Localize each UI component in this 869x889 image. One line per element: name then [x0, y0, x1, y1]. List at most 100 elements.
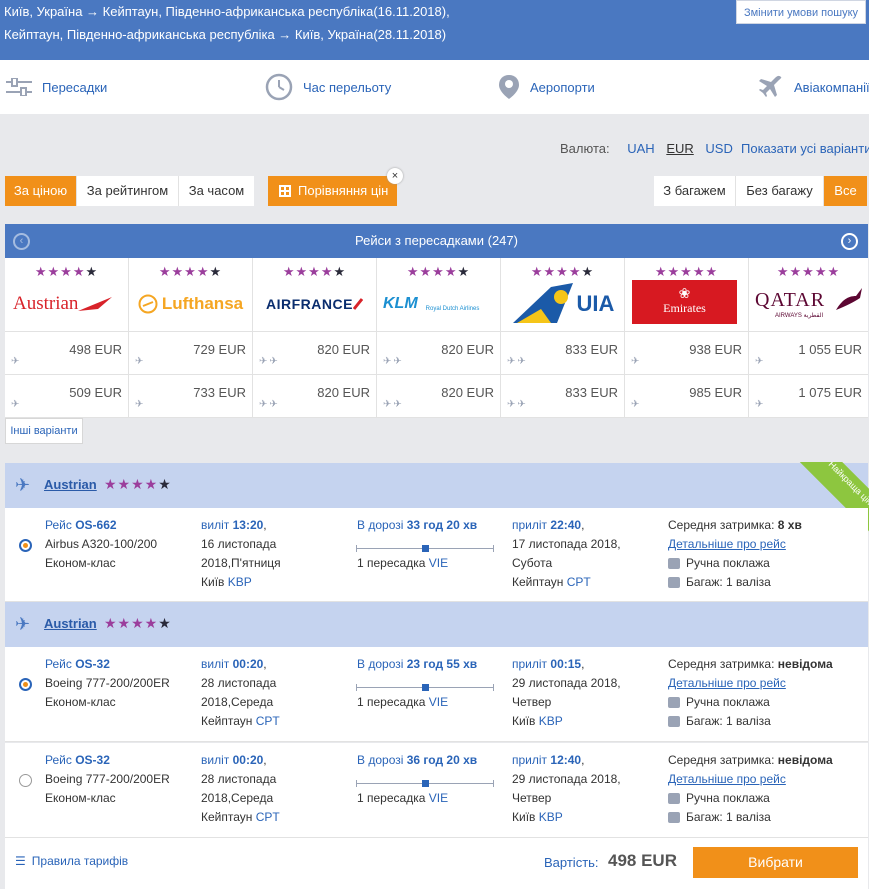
uia-logo: UIA — [505, 282, 620, 326]
close-compare-icon[interactable]: × — [387, 168, 403, 184]
price-cell[interactable]: 820 EUR ✈✈ — [377, 375, 501, 418]
route-track — [356, 545, 494, 552]
flight-details-link[interactable]: Детальніше про рейс — [668, 772, 786, 786]
currency-usd[interactable]: USD — [705, 141, 732, 156]
stops-icon: ✈✈ — [507, 356, 528, 367]
prev-arrow-icon[interactable]: ‹ — [13, 233, 30, 250]
next-arrow-icon[interactable]: › — [841, 233, 858, 250]
search-summary-bar: Київ, Україна → Кейптаун, Південно-африк… — [0, 0, 869, 60]
price-value: 820 EUR — [317, 342, 370, 357]
choose-button[interactable]: Вибрати — [693, 847, 858, 878]
filter-flight-time[interactable]: Час перельоту — [265, 60, 391, 114]
uia-tail-icon — [512, 283, 573, 323]
duration-info: В дорозі 36 год 20 хв — [357, 753, 478, 767]
flight-radio[interactable] — [19, 539, 32, 552]
price-value: 820 EUR — [441, 385, 494, 400]
fare-rules-link[interactable]: ☰ Правила тарифів — [15, 854, 128, 868]
flight-radio[interactable] — [19, 774, 32, 787]
emirates-emblem-icon: ❀ — [678, 286, 691, 302]
price-cell[interactable]: 820 EUR ✈✈ — [377, 332, 501, 375]
price-value: 938 EUR — [689, 342, 742, 357]
stops-info: 1 пересадка VIE — [357, 556, 449, 570]
rating-stars: ★★★★★ — [104, 476, 172, 492]
flight-details-link[interactable]: Детальніше про рейс — [668, 537, 786, 551]
price-cell[interactable]: 509 EUR ✈ — [5, 375, 129, 418]
flight-row[interactable]: Рейс OS-32 Boeing 777-200/200ER Економ-кла… — [5, 743, 868, 838]
without-baggage-button[interactable]: Без багажу — [736, 176, 824, 206]
price-cell[interactable]: 833 EUR ✈✈ — [501, 332, 625, 375]
rating-stars: ★★★★★ — [776, 264, 841, 279]
airline-cell-uia[interactable]: ★★★★★ UIA — [501, 258, 625, 332]
price-cell[interactable]: 729 EUR ✈ — [129, 332, 253, 375]
list-icon: ☰ — [15, 854, 26, 868]
clock-icon — [265, 73, 293, 101]
price-cell[interactable]: 820 EUR ✈✈ — [253, 332, 377, 375]
price-cell[interactable]: 1 075 EUR ✈ — [749, 375, 868, 418]
price-matrix-header: ‹ Рейси з пересадками (247) › — [5, 224, 868, 258]
price-cell[interactable]: 938 EUR ✈ — [625, 332, 749, 375]
qatar-logo: QATAR AIRWAYS القطرية — [753, 282, 864, 326]
price-cell[interactable]: 985 EUR ✈ — [625, 375, 749, 418]
filter-bar: Пересадки Час перельоту Аеропорти Авіако… — [0, 60, 869, 114]
airline-cell-emirates[interactable]: ★★★★★ ❀ Emirates — [625, 258, 749, 332]
price-cell[interactable]: 498 EUR ✈ — [5, 332, 129, 375]
stops-info: 1 пересадка VIE — [357, 695, 449, 709]
sort-by-price[interactable]: За ціною — [5, 176, 77, 206]
departure-info: виліт 13:20, 16 листопада 2018,П'ятниця Киї… — [201, 518, 281, 589]
departure-info: виліт 00:20, 28 листопада 2018,Середа Кейпт… — [201, 657, 280, 728]
flight-details-link[interactable]: Детальніше про рейс — [668, 676, 786, 690]
hand-luggage-icon — [668, 558, 680, 570]
austrian-logo: Austrian — [9, 282, 124, 326]
duration-info: В дорозі 33 год 20 хв — [357, 518, 478, 532]
airline-cell-qatar[interactable]: ★★★★★ QATAR AIRWAYS القطرية — [749, 258, 868, 332]
flight-radio[interactable] — [19, 678, 32, 691]
show-all-link[interactable]: Показати усі варіанти — [741, 141, 869, 156]
price-value: 833 EUR — [565, 342, 618, 357]
airfrance-stripe-icon — [352, 298, 363, 310]
price-cell[interactable]: 1 055 EUR ✈ — [749, 332, 868, 375]
sort-by-rating[interactable]: За рейтингом — [77, 176, 179, 206]
price-matrix-title: Рейси з пересадками (247) — [355, 233, 518, 248]
segment-header: ✈ Austrian ★★★★★ — [5, 602, 868, 647]
booking-footer: ☰ Правила тарифів Вартість: 498 EUR Вибра… — [5, 838, 868, 889]
compare-prices-button[interactable]: Порівняння цін — [268, 176, 397, 206]
airline-link[interactable]: Austrian — [44, 477, 97, 492]
suitcase-icon — [668, 812, 680, 824]
stops-icon: ✈✈ — [383, 399, 404, 410]
rating-stars: ★★★★★ — [158, 264, 223, 279]
filter-transfers-label: Пересадки — [42, 79, 108, 95]
filter-airlines[interactable]: Авіакомпанії — [758, 60, 869, 114]
currency-uah[interactable]: UAH — [627, 141, 654, 156]
stops-icon: ✈ — [11, 399, 22, 410]
rating-stars: ★★★★★ — [530, 264, 595, 279]
rating-stars: ★★★★★ — [406, 264, 471, 279]
flight-row[interactable]: Рейс OS-32 Boeing 777-200/200ER Економ-кла… — [5, 647, 868, 742]
currency-eur[interactable]: EUR — [666, 141, 693, 156]
segment-header: ✈ Austrian ★★★★★ — [5, 463, 868, 508]
airline-link[interactable]: Austrian — [44, 616, 97, 631]
route-track — [356, 780, 494, 787]
filter-airports[interactable]: Аеропорти — [498, 60, 595, 114]
price-cell[interactable]: 833 EUR ✈✈ — [501, 375, 625, 418]
airline-cell-lufthansa[interactable]: ★★★★★ Lufthansa — [129, 258, 253, 332]
flight-row[interactable]: Рейс OS-662 Airbus A320-100/200 Економ-кла… — [5, 508, 868, 602]
airline-cell-airfrance[interactable]: ★★★★★ AIRFRANCE — [253, 258, 377, 332]
price-cell[interactable]: 733 EUR ✈ — [129, 375, 253, 418]
all-baggage-button[interactable]: Все — [824, 176, 867, 206]
sliders-icon — [6, 78, 32, 96]
klm-logo: KLM Royal Dutch Airlines — [383, 295, 480, 312]
rating-stars: ★★★★★ — [34, 264, 99, 279]
more-options-button[interactable]: Інші варіанти — [5, 418, 83, 444]
stops-icon: ✈ — [135, 399, 146, 410]
arrival-info: приліт 22:40, 17 листопада 2018, Субота Кей… — [512, 518, 621, 589]
price-value: 1 055 EUR — [798, 342, 862, 357]
airline-cell-klm[interactable]: ★★★★★ KLM Royal Dutch Airlines — [377, 258, 501, 332]
filter-transfers[interactable]: Пересадки — [6, 60, 107, 114]
airline-cell-austrian[interactable]: ★★★★★ Austrian — [5, 258, 129, 332]
extra-info: Середня затримка: невідома Детальніше про… — [668, 657, 833, 728]
hand-luggage-icon — [668, 793, 680, 805]
sort-by-time[interactable]: За часом — [179, 176, 254, 206]
with-baggage-button[interactable]: З багажем — [654, 176, 736, 206]
price-cell[interactable]: 820 EUR ✈✈ — [253, 375, 377, 418]
change-search-button[interactable]: Змінити умови пошуку — [736, 0, 866, 24]
